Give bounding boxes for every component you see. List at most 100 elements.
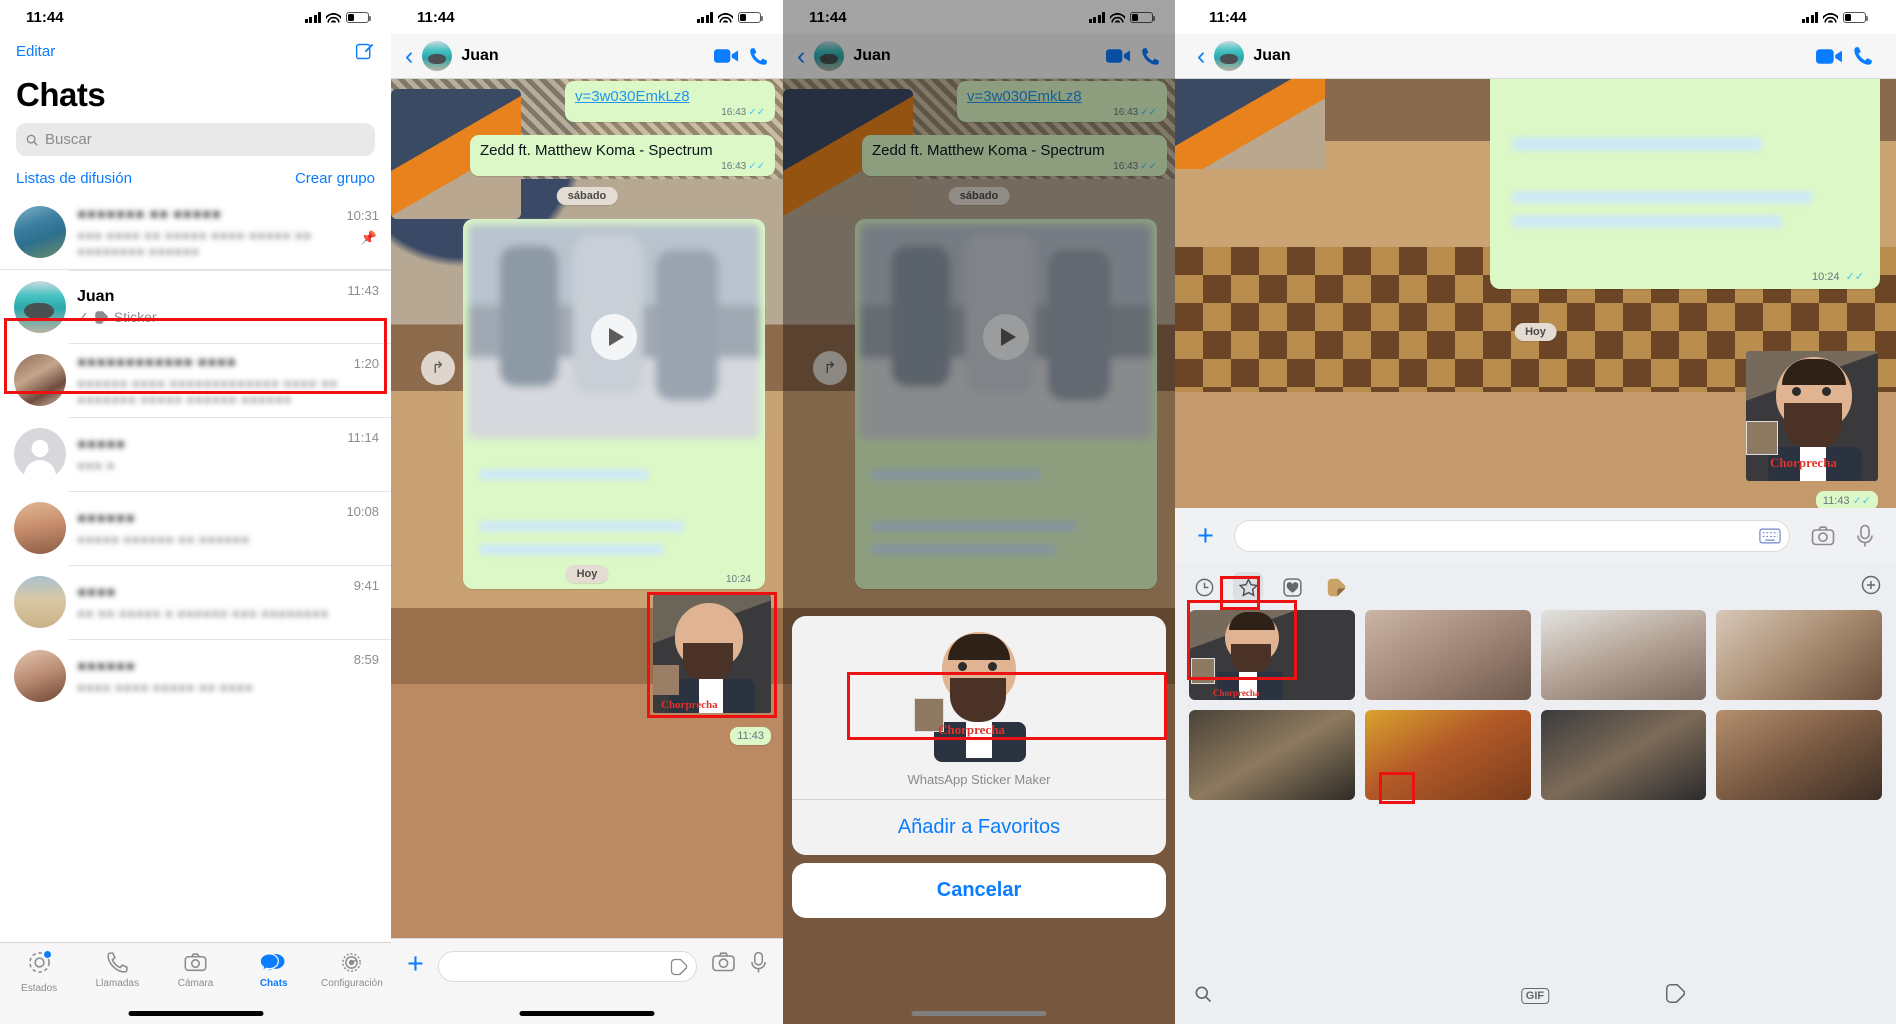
list-item[interactable]: ●●●●●● ●●●●● ●●●●●● ●● ●●●●●● 10:08 [0, 491, 391, 565]
broadcast-lists-button[interactable]: Listas de difusión [16, 170, 132, 187]
back-chevron-icon[interactable]: ‹ [405, 43, 413, 69]
sticker-item[interactable]: Chorprecha [1189, 610, 1355, 700]
sticker-item[interactable] [1364, 710, 1531, 800]
chat-time: 9:41 [353, 578, 379, 593]
search-icon[interactable] [1193, 984, 1213, 1009]
chat-time: 11:14 [347, 430, 379, 445]
list-item[interactable]: Juan ✓ Sticker 11:43 [0, 269, 391, 343]
sticker-icon[interactable] [1665, 983, 1686, 1009]
sticker-item[interactable] [1540, 610, 1707, 700]
action-sheet-card: Chorprecha WhatsApp Sticker Maker Añadir… [792, 616, 1166, 855]
camera-icon[interactable] [711, 951, 736, 973]
avatar [14, 576, 66, 628]
cellular-signal-icon [1801, 11, 1818, 23]
chat-preview: ●●●●● ●●●●●● ●● ●●●●●● [77, 530, 250, 547]
message-sticker[interactable]: Chorprecha [653, 595, 771, 713]
message-list[interactable]: v=3w030EmkLz8 16:43 ✓✓ Zedd ft. Matthew K… [391, 79, 783, 1024]
message-bubble-media[interactable]: 10:24 [463, 219, 765, 589]
video-call-icon[interactable] [714, 46, 739, 66]
forward-icon[interactable]: ↱ [421, 351, 455, 385]
voice-call-icon[interactable] [1852, 45, 1874, 67]
sticker-item[interactable] [1716, 610, 1882, 700]
sidebar-item-configuracion[interactable]: Configuración [313, 950, 391, 989]
avatar[interactable] [422, 41, 453, 71]
broadcast-row: Listas de difusión Crear grupo [0, 156, 391, 195]
list-item[interactable]: ●●●●●●●●●●●● ●●●● ●●●●●● ●●●● ●●●●●●●●●●… [0, 343, 391, 417]
status-bar: 11:44 [0, 0, 391, 34]
tab-sticker-pack[interactable] [1321, 572, 1351, 602]
chat-name: ●●●● [77, 583, 116, 601]
message-time: 11:43 [730, 727, 771, 745]
sticker-item[interactable] [1364, 610, 1531, 700]
message-bubble-song[interactable]: Zedd ft. Matthew Koma - Spectrum 16:43 ✓✓ [470, 135, 775, 176]
sidebar-item-estados[interactable]: Estados [0, 950, 78, 994]
voice-call-icon[interactable] [748, 46, 769, 67]
list-item[interactable]: ●●●● ●● ●● ●●●●● ● ●●●●●● ●●● ●●●●●●●● 9… [0, 565, 391, 639]
sticker-icon[interactable] [670, 958, 688, 976]
chat-list: ●●●●●●● ●● ●●●●● ●●● ●●●● ●● ●●●●● ●●●● … [0, 195, 391, 713]
chat-preview: ●●●● ●●●● ●●●●● ●● ●●●● [77, 678, 254, 695]
video-call-icon[interactable] [1816, 46, 1843, 67]
cellular-signal-icon [696, 11, 713, 23]
edit-button[interactable]: Editar [16, 43, 55, 60]
play-button-icon[interactable] [591, 314, 637, 360]
gif-button[interactable]: GIF [1520, 988, 1550, 1004]
avatar[interactable] [1214, 41, 1245, 71]
status-bar: 11:44 [1175, 0, 1896, 34]
message-bubble-link[interactable]: v=3w030EmkLz8 16:43 ✓✓ [565, 81, 775, 122]
compose-icon[interactable] [354, 41, 375, 62]
attach-plus-icon[interactable]: + [407, 950, 424, 979]
avatar [14, 428, 66, 480]
contact-name[interactable]: Juan [1253, 47, 1807, 65]
gear-icon [342, 953, 362, 972]
create-group-button[interactable]: Crear grupo [295, 170, 375, 187]
list-item[interactable]: ●●●●●● ●●●● ●●●● ●●●●● ●● ●●●● 8:59 [0, 639, 391, 713]
add-to-favorites-button[interactable]: Añadir a Favoritos [792, 799, 1166, 855]
sticker-item[interactable] [1189, 710, 1355, 800]
message-input[interactable] [437, 951, 697, 982]
tab-label: Cámara [177, 978, 214, 989]
star-favorites-icon [1238, 577, 1258, 597]
status-time: 11:44 [26, 8, 64, 26]
microphone-icon[interactable] [1856, 524, 1874, 548]
chat-name: ●●●●● [77, 435, 126, 453]
attach-plus-icon[interactable]: + [1197, 522, 1214, 551]
message-sticker[interactable]: Chorprecha [1746, 351, 1878, 481]
message-bubble-media[interactable]: 10:24 ✓✓ [1490, 79, 1880, 289]
back-chevron-icon[interactable]: ‹ [1197, 43, 1205, 69]
list-item[interactable]: ●●●●●●● ●● ●●●●● ●●● ●●●● ●● ●●●●● ●●●● … [0, 195, 391, 269]
blurred-text-line [479, 521, 684, 532]
list-item[interactable]: ●●●●● ●●● ● 11:14 [0, 417, 391, 491]
keyboard-icon[interactable] [1759, 528, 1781, 544]
message-time: 10:24 [1811, 271, 1840, 283]
message-input[interactable] [1233, 520, 1790, 552]
day-separator: sábado [556, 187, 618, 205]
tab-hearts[interactable] [1277, 572, 1307, 602]
message-link[interactable]: v=3w030EmkLz8 [575, 88, 690, 105]
blurred-text-line [479, 469, 649, 480]
tab-favorites[interactable] [1233, 572, 1263, 602]
wifi-icon [718, 12, 733, 23]
chat-name: Juan [77, 287, 115, 305]
microphone-icon[interactable] [750, 951, 767, 974]
sticker-item[interactable] [1540, 710, 1707, 800]
blurred-text-line [1512, 215, 1782, 228]
camera-icon[interactable] [1810, 525, 1836, 547]
sidebar-item-chats[interactable]: Chats [235, 950, 313, 989]
add-circle-icon[interactable] [1860, 574, 1882, 601]
cellular-signal-icon [304, 11, 321, 23]
chat-preview: ●●● ●●●● ●● ●●●●● ●●●● ●●●●● ●● ●●●●●●●●… [77, 226, 312, 259]
search-input[interactable]: Buscar [16, 123, 375, 156]
cancel-button[interactable]: Cancelar [792, 863, 1166, 918]
message-composer: + [1175, 508, 1896, 564]
chat-preview: Sticker [113, 309, 157, 325]
contact-name[interactable]: Juan [461, 47, 705, 65]
chat-preview-row: ✓ Sticker [77, 309, 336, 326]
sidebar-item-camara[interactable]: Cámara [156, 950, 234, 989]
day-separator: Hoy [565, 565, 609, 583]
sticker-item[interactable] [1716, 710, 1882, 800]
tab-recents[interactable] [1189, 572, 1219, 602]
sidebar-item-llamadas[interactable]: Llamadas [78, 950, 156, 989]
chat-name: ●●●●●●●●●●●● ●●●● [77, 353, 237, 371]
status-time: 11:44 [417, 8, 455, 26]
